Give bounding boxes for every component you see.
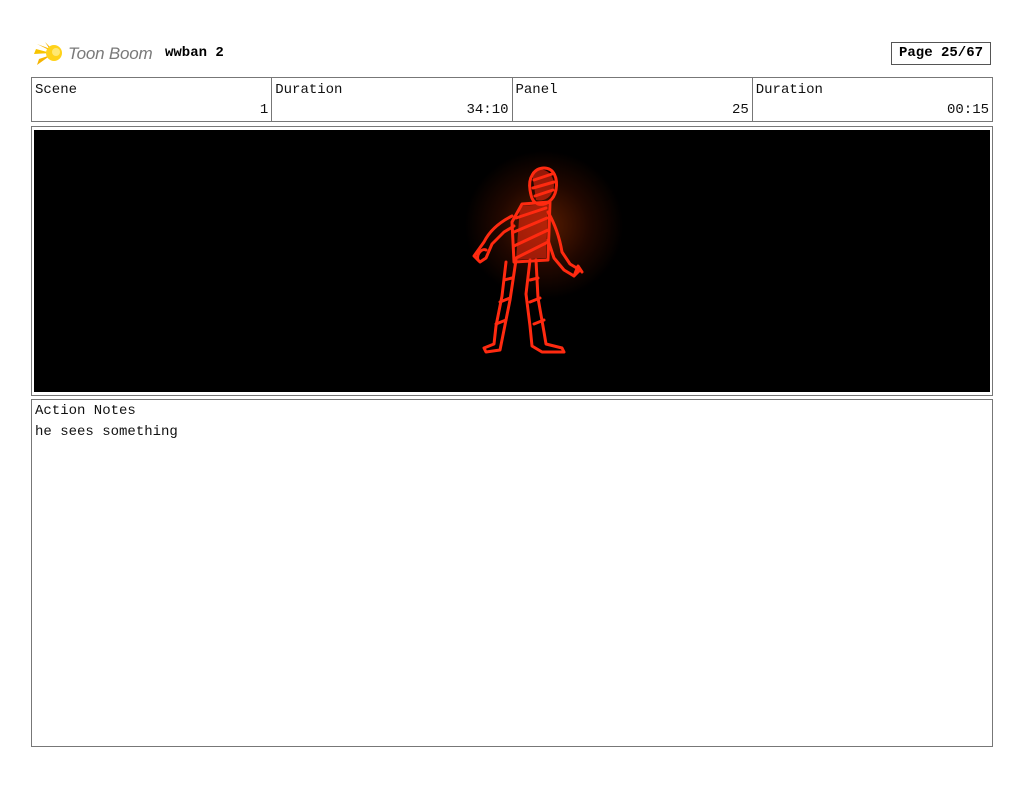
panel-label: Panel [515, 82, 558, 98]
scene-duration-value: 34:10 [466, 102, 509, 118]
toon-boom-logo: Toon Boom [33, 38, 153, 70]
action-notes-box: Action Notes he sees something [31, 399, 993, 747]
panel-cell: Panel 25 [513, 78, 753, 121]
panel-value: 25 [731, 102, 749, 118]
scene-value: 1 [259, 102, 269, 118]
action-notes-label: Action Notes [35, 403, 136, 419]
logo-text: Toon Boom [68, 44, 153, 63]
panel-drawing [34, 130, 990, 392]
action-notes-text: he sees something [35, 424, 178, 440]
scene-cell: Scene 1 [32, 78, 273, 121]
project-title: wwban 2 [165, 45, 224, 61]
panel-duration-label: Duration [755, 82, 823, 98]
red-figure-sketch [472, 166, 584, 354]
scene-label: Scene [35, 82, 78, 98]
scene-info-row: Scene 1 Duration 34:10 Panel 25 Duration… [31, 77, 993, 122]
toon-boom-star-icon [34, 42, 62, 65]
panel-frame [31, 126, 993, 396]
page-indicator: Page 25/67 [891, 42, 991, 65]
panel-duration-cell: Duration 00:15 [753, 78, 992, 121]
scene-duration-label: Duration [275, 82, 343, 98]
scene-duration-cell: Duration 34:10 [272, 78, 513, 121]
panel-duration-value: 00:15 [946, 102, 989, 118]
